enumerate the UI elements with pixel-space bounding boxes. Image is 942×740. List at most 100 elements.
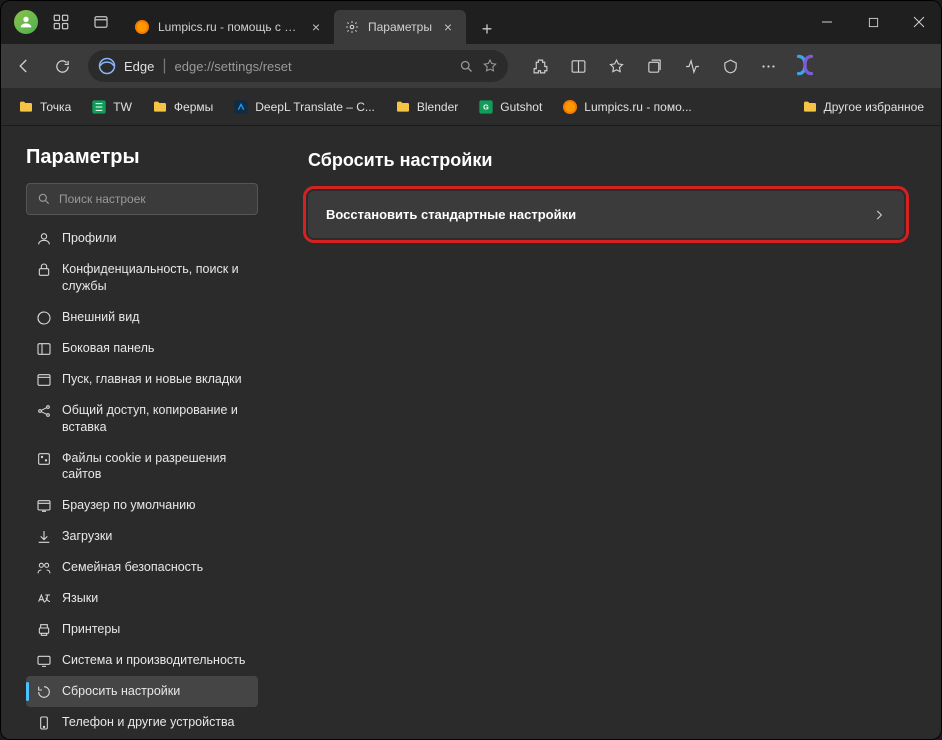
nav-label: Сбросить настройки: [62, 683, 180, 700]
bookmark-label: Gutshot: [500, 100, 542, 114]
printer-icon: [36, 622, 52, 638]
tab-title: Параметры: [368, 20, 432, 34]
bookmark-item[interactable]: TW: [83, 95, 140, 119]
address-bar[interactable]: Edge | edge://settings/reset: [88, 50, 508, 82]
bookmark-item[interactable]: Lumpics.ru - помо...: [554, 95, 699, 119]
tab-strip: Lumpics.ru - помощь с компьюте × Парамет…: [124, 0, 804, 44]
extensions-icon[interactable]: [522, 48, 558, 84]
bookmark-item[interactable]: Фермы: [144, 95, 221, 119]
home-icon: [36, 372, 52, 388]
minimize-button[interactable]: [804, 5, 850, 39]
svg-text:G: G: [483, 102, 489, 111]
profile-avatar[interactable]: [14, 10, 38, 34]
nav-printers[interactable]: Принтеры: [26, 614, 258, 645]
new-tab-button[interactable]: +: [472, 14, 502, 44]
back-button[interactable]: [6, 48, 42, 84]
address-brand: Edge: [124, 59, 154, 74]
settings-sidebar: Параметры Профили Конфиденциальность, по…: [0, 126, 270, 740]
bookmark-item[interactable]: DeepL Translate – С...: [225, 95, 383, 119]
nav-default-browser[interactable]: Браузер по умолчанию: [26, 490, 258, 521]
browser-icon: [36, 498, 52, 514]
nav-label: Файлы cookie и разрешения сайтов: [62, 450, 248, 484]
nav-profiles[interactable]: Профили: [26, 223, 258, 254]
nav-label: Пуск, главная и новые вкладки: [62, 371, 242, 388]
settings-page: Параметры Профили Конфиденциальность, по…: [0, 126, 942, 740]
toolbar-actions: [522, 48, 820, 84]
download-icon: [36, 529, 52, 545]
nav-family[interactable]: Семейная безопасность: [26, 552, 258, 583]
nav-appearance[interactable]: Внешний вид: [26, 302, 258, 333]
bookmark-label: Lumpics.ru - помо...: [584, 100, 691, 114]
settings-nav: Профили Конфиденциальность, поиск и служ…: [26, 223, 258, 740]
nav-label: Система и производительность: [62, 652, 245, 669]
favorites-icon[interactable]: [598, 48, 634, 84]
restore-defaults-label: Восстановить стандартные настройки: [326, 207, 576, 222]
title-bar: Lumpics.ru - помощь с компьюте × Парамет…: [0, 0, 942, 44]
close-icon[interactable]: ×: [440, 19, 456, 35]
search-in-page-icon[interactable]: [459, 59, 474, 74]
lock-icon: [36, 262, 52, 278]
favorite-star-icon[interactable]: [482, 58, 498, 74]
nav-label: Профили: [62, 230, 116, 247]
close-icon[interactable]: ×: [308, 19, 324, 35]
search-icon: [37, 192, 51, 206]
nav-label: Боковая панель: [62, 340, 154, 357]
nav-label: Общий доступ, копирование и вставка: [62, 402, 248, 436]
nav-privacy[interactable]: Конфиденциальность, поиск и службы: [26, 254, 258, 302]
settings-search[interactable]: [26, 183, 258, 215]
browser-essentials-icon[interactable]: [712, 48, 748, 84]
bookmark-label: TW: [113, 100, 132, 114]
sidebar-icon: [36, 341, 52, 357]
nav-label: Браузер по умолчанию: [62, 497, 196, 514]
navigation-toolbar: Edge | edge://settings/reset: [0, 44, 942, 88]
tab-lumpics[interactable]: Lumpics.ru - помощь с компьюте ×: [124, 10, 334, 44]
phone-icon: [36, 715, 52, 731]
tab-actions-icon[interactable]: [84, 5, 118, 39]
settings-search-input[interactable]: [59, 192, 247, 206]
bookmarks-bar: Точка TW Фермы DeepL Translate – С... Bl…: [0, 88, 942, 126]
close-window-button[interactable]: [896, 5, 942, 39]
browser-window: Lumpics.ru - помощь с компьюте × Парамет…: [0, 0, 942, 740]
restore-defaults-button[interactable]: Восстановить стандартные настройки: [308, 191, 904, 238]
tab-title: Lumpics.ru - помощь с компьюте: [158, 20, 300, 34]
bookmark-item[interactable]: G Gutshot: [470, 95, 550, 119]
nav-start[interactable]: Пуск, главная и новые вкладки: [26, 364, 258, 395]
family-icon: [36, 560, 52, 576]
bookmark-label: Blender: [417, 100, 458, 114]
split-screen-icon[interactable]: [560, 48, 596, 84]
nav-downloads[interactable]: Загрузки: [26, 521, 258, 552]
workspaces-icon[interactable]: [44, 5, 78, 39]
nav-label: Конфиденциальность, поиск и службы: [62, 261, 248, 295]
collections-icon[interactable]: [636, 48, 672, 84]
copilot-icon[interactable]: [792, 52, 820, 80]
window-controls: [804, 5, 942, 39]
nav-system[interactable]: Система и производительность: [26, 645, 258, 676]
maximize-button[interactable]: [850, 5, 896, 39]
nav-phone[interactable]: Телефон и другие устройства: [26, 707, 258, 738]
nav-label: Внешний вид: [62, 309, 139, 326]
bookmark-label: Фермы: [174, 100, 213, 114]
nav-languages[interactable]: Языки: [26, 583, 258, 614]
bookmark-item[interactable]: Blender: [387, 95, 466, 119]
tab-settings[interactable]: Параметры ×: [334, 10, 466, 44]
other-bookmarks[interactable]: Другое избранное: [794, 95, 932, 119]
site-favicon-icon: [134, 19, 150, 35]
refresh-button[interactable]: [44, 48, 80, 84]
chevron-right-icon: [872, 208, 886, 222]
bookmark-item[interactable]: Точка: [10, 95, 79, 119]
page-title: Сбросить настройки: [308, 150, 904, 171]
language-icon: [36, 591, 52, 607]
nav-label: Принтеры: [62, 621, 120, 638]
nav-sidebar[interactable]: Боковая панель: [26, 333, 258, 364]
performance-icon[interactable]: [674, 48, 710, 84]
address-separator: |: [162, 57, 166, 75]
share-icon: [36, 403, 52, 419]
nav-label: Телефон и другие устройства: [62, 714, 235, 731]
more-menu-icon[interactable]: [750, 48, 786, 84]
sidebar-title: Параметры: [26, 146, 258, 169]
nav-reset[interactable]: Сбросить настройки: [26, 676, 258, 707]
nav-share[interactable]: Общий доступ, копирование и вставка: [26, 395, 258, 443]
nav-cookies[interactable]: Файлы cookie и разрешения сайтов: [26, 443, 258, 491]
bookmark-label: Другое избранное: [824, 100, 924, 114]
bookmark-label: DeepL Translate – С...: [255, 100, 375, 114]
